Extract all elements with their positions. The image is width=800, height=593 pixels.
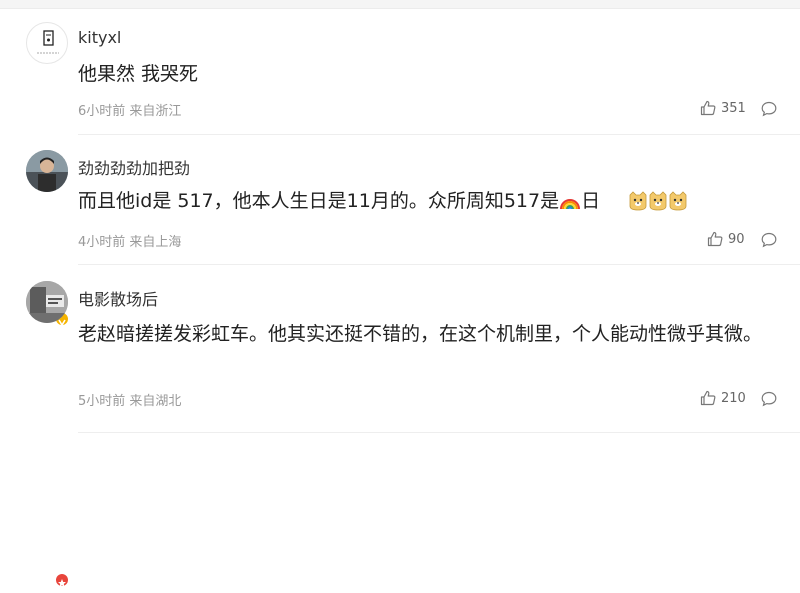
- username[interactable]: 劲劲劲劲加把劲: [78, 155, 190, 179]
- like-button[interactable]: 210: [699, 389, 746, 407]
- divider: [78, 432, 800, 433]
- comment-bubble-icon: [761, 391, 777, 407]
- username[interactable]: 电影散场后: [78, 286, 158, 310]
- avatar[interactable]: [26, 281, 68, 323]
- comment-text: 而且他id是 517，他本人生日是11月的。众所周知517是 日: [78, 186, 778, 216]
- comment-item: 电影散场后 老赵暗搓搓发彩虹车。他其实还挺不错的，在这个机制里，个人能动性微乎其…: [0, 265, 800, 588]
- comment-meta: 4小时前 来自上海: [78, 235, 182, 250]
- thumb-up-icon: [700, 390, 716, 406]
- comment-text: 他果然 我哭死: [78, 63, 199, 85]
- reply-button[interactable]: [760, 390, 778, 412]
- comment-item: 劲劲劲劲加把劲 而且他id是 517，他本人生日是11月的。众所周知517是 日…: [0, 135, 800, 327]
- reply-button[interactable]: [760, 100, 778, 122]
- username[interactable]: kityxl: [78, 28, 121, 47]
- avatar[interactable]: [26, 22, 68, 64]
- like-count: 351: [721, 100, 746, 116]
- comment-meta: 6小时前 来自浙江: [78, 104, 182, 119]
- doge-emoji: [649, 191, 667, 211]
- comment-meta: 5小时前 来自湖北: [78, 394, 182, 409]
- comment-text-before: 而且他id是 517，他本人生日是11月的。众所周知517是: [78, 190, 560, 212]
- like-button[interactable]: 90: [706, 230, 745, 248]
- rainbow-icon: [560, 199, 581, 210]
- comment-bubble-icon: [761, 232, 777, 248]
- doge-emoji: [669, 191, 687, 211]
- comment-bubble-icon: [761, 101, 777, 117]
- comment-text: 老赵暗搓搓发彩虹车。他其实还挺不错的，在这个机制里，个人能动性微乎其微。: [78, 323, 763, 345]
- thumb-up-icon: [700, 100, 716, 116]
- avatar[interactable]: [26, 150, 68, 192]
- like-button[interactable]: 351: [699, 99, 746, 117]
- like-count: 90: [728, 231, 745, 247]
- reply-button[interactable]: [760, 231, 778, 253]
- red-badge-icon: [54, 572, 70, 588]
- comment-item: kityxl 他果然 我哭死 6小时前 来自浙江 351: [0, 0, 800, 135]
- thumb-up-icon: [707, 231, 723, 247]
- doge-emoji: [629, 191, 647, 211]
- like-count: 210: [721, 390, 746, 406]
- comment-text-after: 日: [581, 190, 601, 212]
